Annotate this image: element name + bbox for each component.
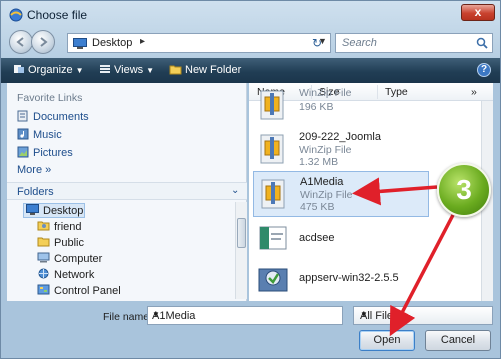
annotation-arrows <box>352 177 455 337</box>
choose-file-dialog: Choose file x Desktop ▸ ▼ ↻ Search Organ… <box>0 0 501 359</box>
step-number-badge: 3 <box>437 163 491 217</box>
annotation-arrow-to-open <box>389 214 455 337</box>
annotation-arrow-to-file <box>352 177 438 206</box>
